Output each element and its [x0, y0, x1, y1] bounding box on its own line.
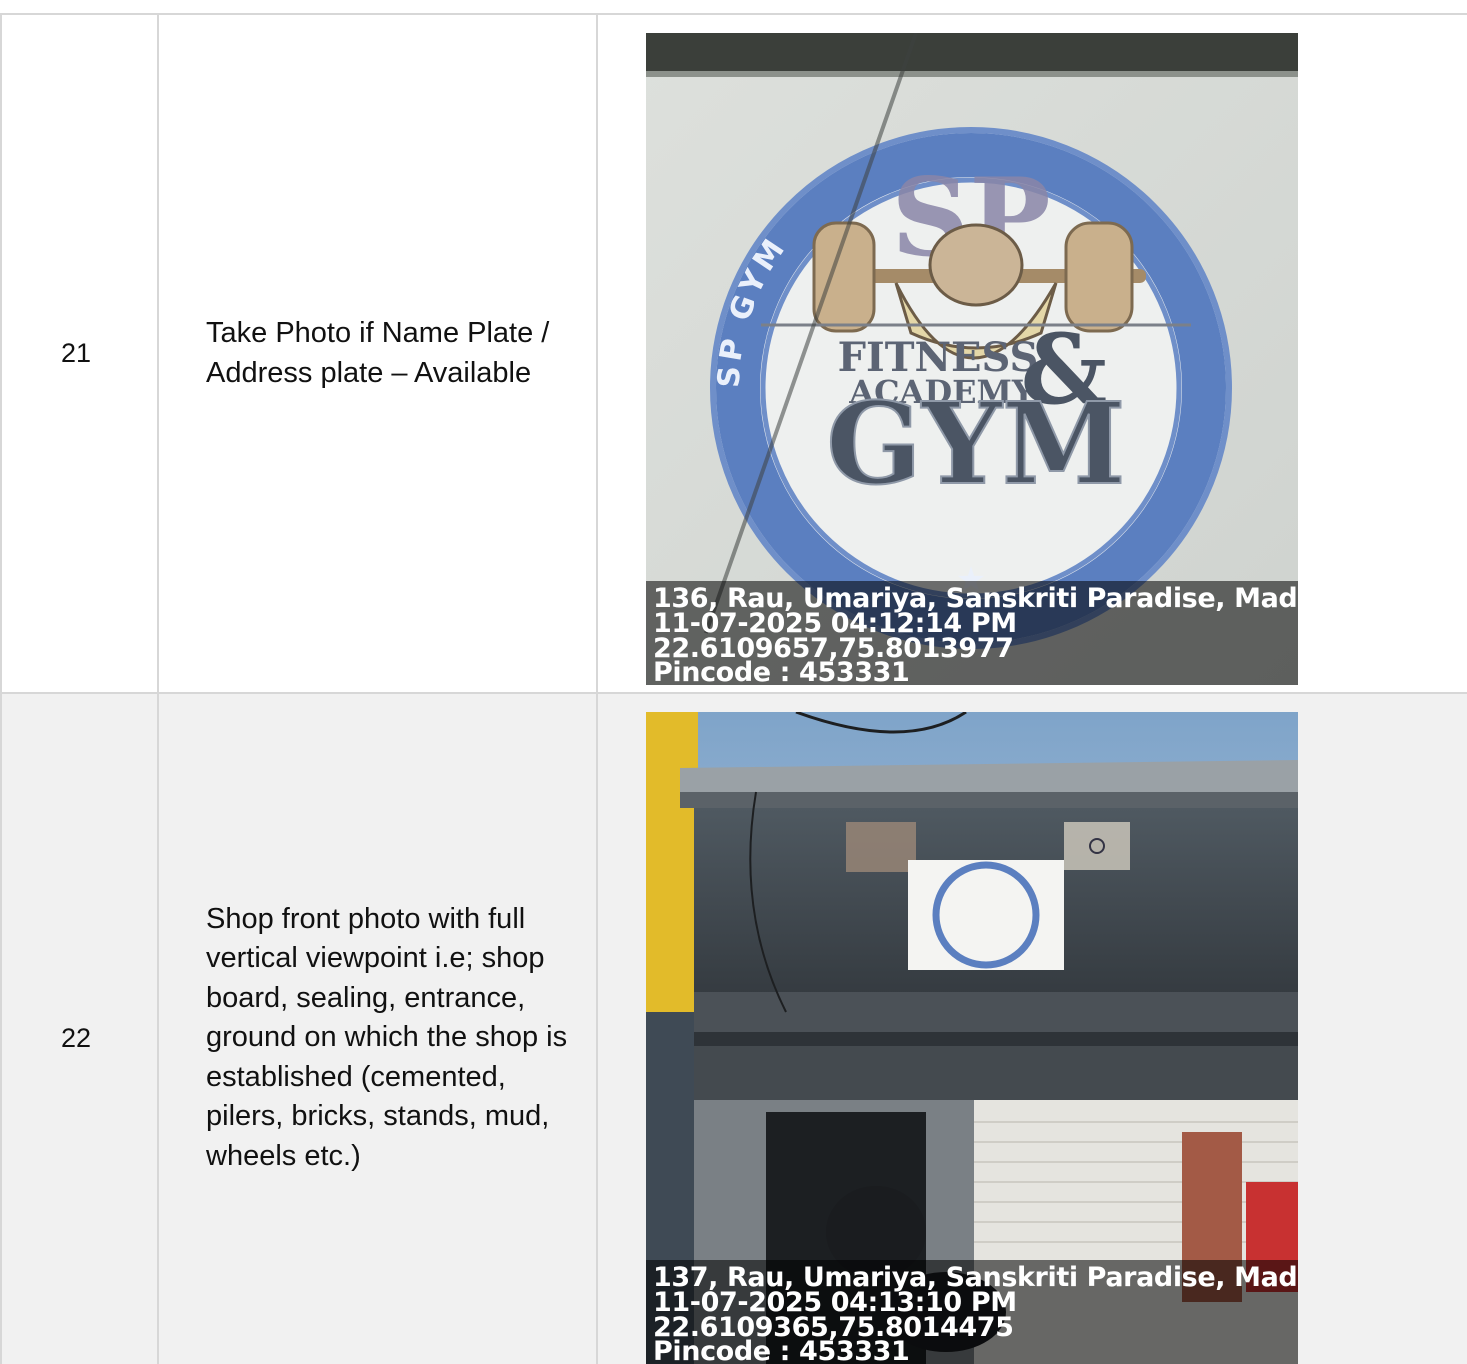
photo-cell: SP GYM ★ SP FITNESS ACADEMY & GYM 136, R… — [596, 13, 1467, 694]
shop-front-photo: 137, Rau, Umariya, Sanskriti Paradise, M… — [646, 712, 1298, 1364]
checklist-table: 21 Take Photo if Name Plate / Address pl… — [0, 13, 1467, 1364]
photo-cell: 137, Rau, Umariya, Sanskriti Paradise, M… — [596, 692, 1467, 1364]
row-description: Shop front photo with full vertical view… — [157, 692, 598, 1364]
table-row: 22 Shop front photo with full vertical v… — [0, 692, 1467, 1364]
row-number: 22 — [0, 692, 159, 1364]
photo-geotag-stamp: 136, Rau, Umariya, Sanskriti Paradise, M… — [646, 581, 1298, 685]
row-description: Take Photo if Name Plate / Address plate… — [157, 13, 598, 694]
document-page: 21 Take Photo if Name Plate / Address pl… — [0, 0, 1467, 1364]
photo-geotag-stamp: 137, Rau, Umariya, Sanskriti Paradise, M… — [646, 1260, 1298, 1364]
logo-gym: GYM — [826, 379, 1126, 510]
table-row: 21 Take Photo if Name Plate / Address pl… — [0, 13, 1467, 694]
name-plate-photo: SP GYM ★ SP FITNESS ACADEMY & GYM 136, R… — [646, 33, 1298, 685]
stamp-pincode: Pincode : 453331 — [653, 1336, 910, 1364]
row-number: 21 — [0, 13, 159, 694]
stamp-pincode: Pincode : 453331 — [653, 657, 910, 685]
